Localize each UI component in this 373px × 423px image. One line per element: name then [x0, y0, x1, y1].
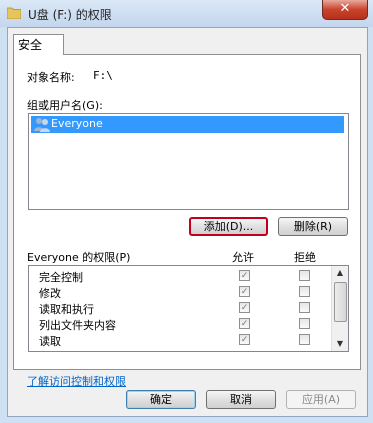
add-button[interactable]: 添加(D)... — [189, 217, 268, 236]
groups-label: 组或用户名(G): — [27, 99, 103, 112]
allow-checkbox[interactable]: ✓ — [239, 270, 250, 281]
users-icon — [34, 118, 50, 132]
permission-row: 列出文件夹内容 ✓ — [29, 316, 332, 333]
allow-checkbox[interactable]: ✓ — [239, 318, 250, 329]
window-title: U盘 (F:) 的权限 — [28, 8, 112, 22]
permission-name: 列出文件夹内容 — [39, 319, 116, 332]
deny-checkbox[interactable] — [299, 270, 310, 281]
cancel-button[interactable]: 取消 — [206, 390, 276, 409]
close-icon: ✕ — [339, 1, 351, 16]
remove-button[interactable]: 删除(R) — [278, 217, 348, 236]
permissions-list[interactable]: 完全控制 ✓ 修改 ✓ 读取和执行 ✓ 列出文件夹内容 ✓ 读取 ✓ ▲ ▼ — [28, 265, 349, 352]
apply-button[interactable]: 应用(A) — [286, 390, 356, 409]
deny-checkbox[interactable] — [299, 302, 310, 313]
permission-name: 完全控制 — [39, 271, 83, 284]
deny-column-header: 拒绝 — [294, 251, 316, 264]
permission-row: 完全控制 ✓ — [29, 268, 332, 285]
ok-button[interactable]: 确定 — [126, 390, 196, 409]
deny-checkbox[interactable] — [299, 286, 310, 297]
permissions-scrollbar[interactable]: ▲ ▼ — [331, 266, 348, 351]
folder-icon — [7, 7, 21, 19]
allow-column-header: 允许 — [232, 251, 254, 264]
access-control-help-link[interactable]: 了解访问控制和权限 — [27, 373, 126, 389]
scroll-up-arrow-icon[interactable]: ▲ — [332, 266, 348, 280]
allow-checkbox[interactable]: ✓ — [239, 286, 250, 297]
list-item-label: Everyone — [51, 117, 103, 130]
title-bar: U盘 (F:) 的权限 ✕ — [0, 0, 373, 27]
permission-row: 读取和执行 ✓ — [29, 300, 332, 317]
allow-checkbox[interactable]: ✓ — [239, 334, 250, 345]
close-button[interactable]: ✕ — [322, 0, 368, 20]
permission-name: 读取 — [39, 335, 61, 348]
list-item-everyone[interactable]: Everyone — [31, 116, 344, 133]
permission-name: 读取和执行 — [39, 303, 94, 316]
group-user-list[interactable]: Everyone — [28, 113, 349, 210]
deny-checkbox[interactable] — [299, 334, 310, 345]
permissions-label: Everyone 的权限(P) — [27, 251, 131, 264]
dialog-body: 安全 对象名称: F:\ 组或用户名(G): Everyone 添加(D)...… — [7, 27, 368, 417]
object-name-label: 对象名称: — [27, 71, 75, 84]
allow-checkbox[interactable]: ✓ — [239, 302, 250, 313]
tab-security[interactable]: 安全 — [13, 34, 64, 55]
scroll-thumb[interactable] — [334, 282, 347, 322]
security-panel: 对象名称: F:\ 组或用户名(G): Everyone 添加(D)... 删除… — [13, 54, 361, 388]
permission-row: 修改 ✓ — [29, 284, 332, 301]
permission-name: 修改 — [39, 287, 61, 300]
scroll-down-arrow-icon[interactable]: ▼ — [332, 337, 348, 351]
permission-row: 读取 ✓ — [29, 332, 332, 349]
object-name-value: F:\ — [93, 69, 113, 82]
deny-checkbox[interactable] — [299, 318, 310, 329]
